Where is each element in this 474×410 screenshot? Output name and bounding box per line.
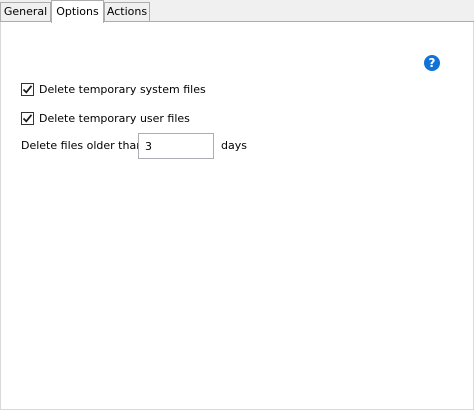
tab-actions[interactable]: Actions [104, 2, 150, 22]
checkmark-icon [22, 113, 33, 123]
tab-general[interactable]: General [0, 2, 51, 22]
file-age-label: Delete files older than [21, 139, 144, 152]
delete-system-files-option[interactable]: Delete temporary system files [21, 82, 206, 96]
file-age-unit-label: days [221, 139, 247, 152]
delete-user-files-checkbox[interactable] [21, 111, 34, 125]
panel-border-left [0, 22, 1, 410]
delete-system-files-checkbox[interactable] [21, 82, 34, 96]
file-age-days-input[interactable] [138, 133, 214, 159]
help-icon[interactable]: ? [424, 55, 440, 71]
checkmark-icon [22, 84, 33, 94]
delete-user-files-option[interactable]: Delete temporary user files [21, 111, 190, 125]
tab-options[interactable]: Options [51, 0, 104, 23]
delete-user-files-label: Delete temporary user files [39, 111, 190, 125]
delete-system-files-label: Delete temporary system files [39, 82, 206, 96]
tab-strip: General Options Actions [0, 0, 474, 23]
